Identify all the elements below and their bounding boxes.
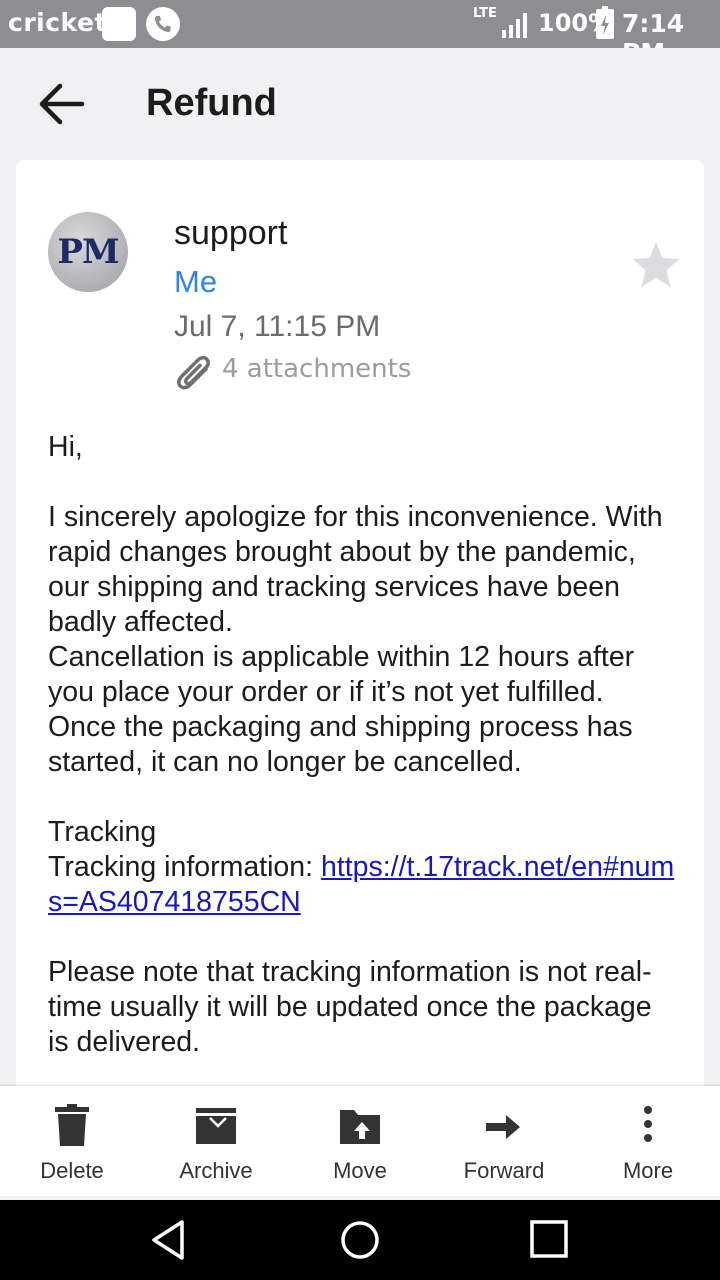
app-header: Refund: [0, 48, 720, 160]
more-vertical-icon: [644, 1106, 652, 1142]
email-date: Jul 7, 11:15 PM: [174, 310, 381, 343]
page-title: Refund: [146, 82, 277, 124]
paperclip-icon: [177, 355, 210, 390]
notification-app-icon: [102, 7, 136, 41]
recipient-name[interactable]: Me: [174, 264, 217, 300]
sender-avatar[interactable]: PM: [48, 212, 128, 292]
signal-strength-icon: [502, 13, 527, 38]
system-nav-bar: [0, 1200, 720, 1280]
email-body: Hi, I sincerely apologize for this incon…: [48, 430, 678, 1060]
body-paragraph-1: I sincerely apologize for this inconveni…: [48, 501, 663, 638]
archive-button[interactable]: Archive: [144, 1086, 288, 1196]
tracking-paragraph: Tracking Tracking information: https://t.…: [48, 816, 675, 918]
nav-home-icon[interactable]: [338, 1218, 382, 1262]
more-label: More: [622, 1158, 674, 1183]
battery-charging-icon: [596, 6, 614, 39]
trash-icon: [55, 1104, 89, 1146]
avatar-initials: PM: [57, 232, 119, 272]
archive-icon: [196, 1108, 236, 1144]
status-bar: cricket LTE 100% 7:14 PM: [0, 0, 720, 67]
delete-label: Delete: [40, 1158, 104, 1183]
carrier-name: cricket: [8, 8, 107, 37]
attachments-count: 4 attachments: [222, 354, 412, 384]
nav-back-icon[interactable]: [148, 1218, 192, 1262]
body-paragraph-3: Please note that tracking information is…: [48, 956, 652, 1058]
back-arrow-icon: [39, 83, 85, 125]
email-card: PM support Me Jul 7, 11:15 PM 4 attachme…: [16, 160, 704, 1100]
phone-icon: [146, 7, 180, 41]
body-paragraph-2: Cancellation is applicable within 12 hou…: [48, 641, 635, 778]
nav-recents-icon[interactable]: [528, 1218, 572, 1262]
move-label: Move: [333, 1158, 387, 1183]
move-button[interactable]: Move: [288, 1086, 432, 1196]
star-button[interactable]: [628, 238, 684, 294]
forward-button[interactable]: Forward: [432, 1086, 576, 1196]
back-button[interactable]: [32, 78, 92, 130]
sender-name[interactable]: support: [174, 214, 287, 253]
delete-button[interactable]: Delete: [0, 1086, 144, 1196]
forward-arrow-icon: [486, 1115, 520, 1139]
action-bar: Delete Archive Move Forward More: [0, 1086, 720, 1196]
greeting: Hi,: [48, 431, 83, 463]
network-type: LTE: [473, 6, 497, 21]
move-folder-icon: [340, 1110, 380, 1144]
tracking-label: Tracking information:: [48, 851, 321, 883]
more-button[interactable]: More: [576, 1086, 720, 1196]
star-icon: [632, 242, 680, 287]
forward-label: Forward: [463, 1158, 545, 1183]
archive-label: Archive: [179, 1158, 253, 1183]
